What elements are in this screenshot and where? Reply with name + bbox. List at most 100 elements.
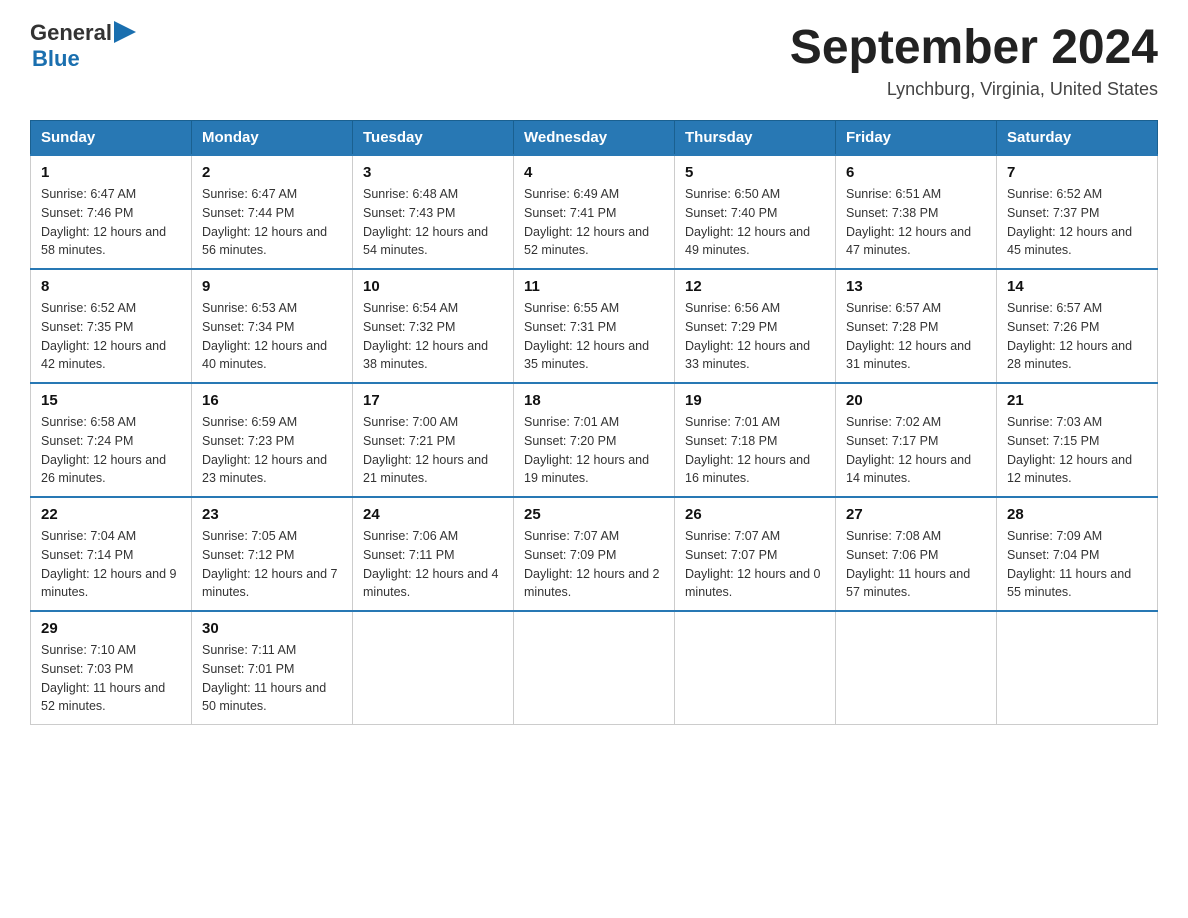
day-number: 17	[363, 392, 503, 409]
calendar-cell: 12 Sunrise: 6:56 AMSunset: 7:29 PMDayligh…	[675, 269, 836, 383]
day-info: Sunrise: 7:10 AMSunset: 7:03 PMDaylight:…	[41, 641, 181, 716]
calendar-cell: 30 Sunrise: 7:11 AMSunset: 7:01 PMDayligh…	[192, 611, 353, 725]
day-number: 28	[1007, 506, 1147, 523]
calendar-cell: 22 Sunrise: 7:04 AMSunset: 7:14 PMDayligh…	[31, 497, 192, 611]
calendar-cell: 18Sunrise: 7:01 AMSunset: 7:20 PMDayligh…	[514, 383, 675, 497]
logo-general-text: General	[30, 20, 112, 46]
day-info: Sunrise: 7:00 AMSunset: 7:21 PMDaylight:…	[363, 413, 503, 488]
week-row-2: 8 Sunrise: 6:52 AMSunset: 7:35 PMDaylight…	[31, 269, 1158, 383]
day-info: Sunrise: 7:03 AMSunset: 7:15 PMDaylight:…	[1007, 413, 1147, 488]
day-info: Sunrise: 7:07 AMSunset: 7:09 PMDaylight:…	[524, 527, 664, 602]
calendar-cell: 15 Sunrise: 6:58 AMSunset: 7:24 PMDayligh…	[31, 383, 192, 497]
day-number: 23	[202, 506, 342, 523]
logo-icon	[114, 21, 136, 43]
day-info: Sunrise: 7:01 AMSunset: 7:18 PMDaylight:…	[685, 413, 825, 488]
column-header-thursday: Thursday	[675, 121, 836, 156]
day-info: Sunrise: 6:54 AMSunset: 7:32 PMDaylight:…	[363, 299, 503, 374]
week-row-4: 22 Sunrise: 7:04 AMSunset: 7:14 PMDayligh…	[31, 497, 1158, 611]
calendar-title: September 2024	[790, 20, 1158, 75]
calendar-cell: 26 Sunrise: 7:07 AMSunset: 7:07 PMDayligh…	[675, 497, 836, 611]
day-number: 15	[41, 392, 181, 409]
day-info: Sunrise: 7:06 AMSunset: 7:11 PMDaylight:…	[363, 527, 503, 602]
calendar-cell	[836, 611, 997, 725]
calendar-cell: 29 Sunrise: 7:10 AMSunset: 7:03 PMDayligh…	[31, 611, 192, 725]
day-info: Sunrise: 6:52 AMSunset: 7:35 PMDaylight:…	[41, 299, 181, 374]
calendar-cell: 14 Sunrise: 6:57 AMSunset: 7:26 PMDayligh…	[997, 269, 1158, 383]
calendar-cell: 3 Sunrise: 6:48 AMSunset: 7:43 PMDaylight…	[353, 155, 514, 269]
calendar-cell: 2 Sunrise: 6:47 AMSunset: 7:44 PMDaylight…	[192, 155, 353, 269]
calendar-cell: 11Sunrise: 6:55 AMSunset: 7:31 PMDayligh…	[514, 269, 675, 383]
day-info: Sunrise: 6:56 AMSunset: 7:29 PMDaylight:…	[685, 299, 825, 374]
day-info: Sunrise: 7:01 AMSunset: 7:20 PMDaylight:…	[524, 413, 664, 488]
day-info: Sunrise: 7:09 AMSunset: 7:04 PMDaylight:…	[1007, 527, 1147, 602]
page-header: General Blue September 2024 Lynchburg, V…	[30, 20, 1158, 100]
calendar-cell: 4Sunrise: 6:49 AMSunset: 7:41 PMDaylight…	[514, 155, 675, 269]
calendar-cell: 13 Sunrise: 6:57 AMSunset: 7:28 PMDayligh…	[836, 269, 997, 383]
day-info: Sunrise: 6:58 AMSunset: 7:24 PMDaylight:…	[41, 413, 181, 488]
day-info: Sunrise: 6:59 AMSunset: 7:23 PMDaylight:…	[202, 413, 342, 488]
day-info: Sunrise: 6:47 AMSunset: 7:46 PMDaylight:…	[41, 185, 181, 260]
day-info: Sunrise: 6:47 AMSunset: 7:44 PMDaylight:…	[202, 185, 342, 260]
day-number: 22	[41, 506, 181, 523]
day-number: 29	[41, 620, 181, 637]
day-number: 12	[685, 278, 825, 295]
column-header-sunday: Sunday	[31, 121, 192, 156]
calendar-cell: 7Sunrise: 6:52 AMSunset: 7:37 PMDaylight…	[997, 155, 1158, 269]
calendar-cell: 1 Sunrise: 6:47 AMSunset: 7:46 PMDaylight…	[31, 155, 192, 269]
day-info: Sunrise: 6:57 AMSunset: 7:28 PMDaylight:…	[846, 299, 986, 374]
logo-blue-text: Blue	[32, 46, 80, 72]
calendar-cell: 17 Sunrise: 7:00 AMSunset: 7:21 PMDayligh…	[353, 383, 514, 497]
day-number: 1	[41, 164, 181, 181]
day-number: 5	[685, 164, 825, 181]
calendar-cell: 28 Sunrise: 7:09 AMSunset: 7:04 PMDayligh…	[997, 497, 1158, 611]
day-number: 27	[846, 506, 986, 523]
calendar-table: SundayMondayTuesdayWednesdayThursdayFrid…	[30, 120, 1158, 725]
day-info: Sunrise: 6:49 AMSunset: 7:41 PMDaylight:…	[524, 185, 664, 260]
calendar-cell: 19Sunrise: 7:01 AMSunset: 7:18 PMDayligh…	[675, 383, 836, 497]
day-info: Sunrise: 7:07 AMSunset: 7:07 PMDaylight:…	[685, 527, 825, 602]
day-info: Sunrise: 6:48 AMSunset: 7:43 PMDaylight:…	[363, 185, 503, 260]
column-header-wednesday: Wednesday	[514, 121, 675, 156]
calendar-cell: 23Sunrise: 7:05 AMSunset: 7:12 PMDayligh…	[192, 497, 353, 611]
day-number: 25	[524, 506, 664, 523]
column-header-tuesday: Tuesday	[353, 121, 514, 156]
day-info: Sunrise: 7:04 AMSunset: 7:14 PMDaylight:…	[41, 527, 181, 602]
column-header-friday: Friday	[836, 121, 997, 156]
day-info: Sunrise: 6:52 AMSunset: 7:37 PMDaylight:…	[1007, 185, 1147, 260]
day-number: 6	[846, 164, 986, 181]
calendar-cell: 25 Sunrise: 7:07 AMSunset: 7:09 PMDayligh…	[514, 497, 675, 611]
column-header-monday: Monday	[192, 121, 353, 156]
day-number: 21	[1007, 392, 1147, 409]
calendar-cell: 16 Sunrise: 6:59 AMSunset: 7:23 PMDayligh…	[192, 383, 353, 497]
day-number: 30	[202, 620, 342, 637]
day-info: Sunrise: 7:02 AMSunset: 7:17 PMDaylight:…	[846, 413, 986, 488]
calendar-cell	[353, 611, 514, 725]
calendar-cell	[997, 611, 1158, 725]
day-info: Sunrise: 6:50 AMSunset: 7:40 PMDaylight:…	[685, 185, 825, 260]
column-header-saturday: Saturday	[997, 121, 1158, 156]
day-info: Sunrise: 6:57 AMSunset: 7:26 PMDaylight:…	[1007, 299, 1147, 374]
day-info: Sunrise: 6:51 AMSunset: 7:38 PMDaylight:…	[846, 185, 986, 260]
calendar-cell: 6 Sunrise: 6:51 AMSunset: 7:38 PMDaylight…	[836, 155, 997, 269]
calendar-cell	[514, 611, 675, 725]
calendar-header-row: SundayMondayTuesdayWednesdayThursdayFrid…	[31, 121, 1158, 156]
day-number: 3	[363, 164, 503, 181]
day-number: 14	[1007, 278, 1147, 295]
day-info: Sunrise: 6:53 AMSunset: 7:34 PMDaylight:…	[202, 299, 342, 374]
week-row-1: 1 Sunrise: 6:47 AMSunset: 7:46 PMDaylight…	[31, 155, 1158, 269]
calendar-cell: 10Sunrise: 6:54 AMSunset: 7:32 PMDayligh…	[353, 269, 514, 383]
day-number: 2	[202, 164, 342, 181]
week-row-5: 29 Sunrise: 7:10 AMSunset: 7:03 PMDayligh…	[31, 611, 1158, 725]
logo: General Blue	[30, 20, 136, 72]
calendar-cell: 20Sunrise: 7:02 AMSunset: 7:17 PMDayligh…	[836, 383, 997, 497]
calendar-cell: 5 Sunrise: 6:50 AMSunset: 7:40 PMDaylight…	[675, 155, 836, 269]
calendar-cell: 21 Sunrise: 7:03 AMSunset: 7:15 PMDayligh…	[997, 383, 1158, 497]
day-info: Sunrise: 7:11 AMSunset: 7:01 PMDaylight:…	[202, 641, 342, 716]
day-number: 26	[685, 506, 825, 523]
day-number: 13	[846, 278, 986, 295]
day-number: 24	[363, 506, 503, 523]
calendar-subtitle: Lynchburg, Virginia, United States	[790, 79, 1158, 100]
day-number: 8	[41, 278, 181, 295]
day-number: 16	[202, 392, 342, 409]
calendar-cell: 27Sunrise: 7:08 AMSunset: 7:06 PMDayligh…	[836, 497, 997, 611]
